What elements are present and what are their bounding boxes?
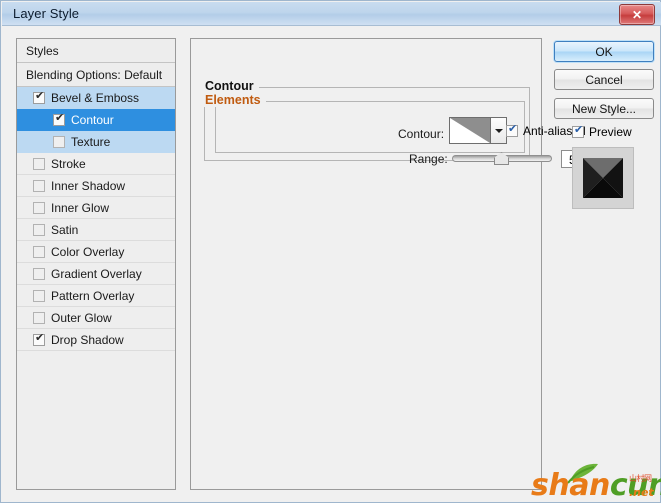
watermark-text: shancun (531, 471, 661, 501)
contour-group-title: Contour (200, 79, 259, 93)
style-list-item-label: Gradient Overlay (51, 267, 142, 281)
cancel-button-label: Cancel (585, 72, 623, 87)
antialiased-checkbox[interactable]: ✔ (506, 122, 518, 137)
style-list-item-label: Pattern Overlay (51, 289, 135, 303)
style-list-item[interactable]: ✔ Drop Shadow (17, 329, 175, 351)
style-list-item[interactable]: ✔ Bevel & Emboss (17, 87, 175, 109)
style-list-item-label: Inner Shadow (51, 179, 126, 193)
preview-label: Preview (589, 125, 632, 139)
style-list-item-label: Bevel & Emboss (51, 91, 140, 105)
styles-list: ✔ Bevel & Emboss ✔ Contour Texture Stroke Inne… (17, 87, 175, 351)
style-enable-checkbox[interactable] (33, 224, 45, 236)
watermark-domain: .net (629, 486, 654, 499)
style-list-item[interactable]: Stroke (17, 153, 175, 175)
styles-header-label: Styles (26, 44, 59, 58)
style-enable-checkbox[interactable] (53, 136, 65, 148)
style-list-item[interactable]: Color Overlay (17, 241, 175, 263)
style-list-item-label: Inner Glow (51, 201, 110, 215)
style-enable-checkbox[interactable]: ✔ (33, 331, 45, 346)
style-list-item-label: Satin (51, 223, 79, 237)
ok-button-label: OK (595, 44, 613, 59)
style-list-item[interactable]: Gradient Overlay (17, 263, 175, 285)
check-icon: ✔ (574, 123, 584, 136)
watermark-part1: shan (531, 468, 610, 503)
layer-style-dialog: Layer Style ✕ Styles Blending Options: D… (0, 0, 661, 503)
slider-thumb-shape (494, 152, 509, 165)
check-icon: ✔ (35, 331, 45, 344)
blending-options-label: Blending Options: Default (26, 68, 163, 82)
check-icon: ✔ (35, 89, 45, 102)
watermark: shancun 山村网 .net (528, 463, 661, 503)
styles-list-panel: Styles Blending Options: Default ✔ Bevel … (16, 38, 176, 490)
style-list-item[interactable]: Satin (17, 219, 175, 241)
contour-settings-panel: Contour Elements Contour: ✔ Anti-aliased… (190, 38, 634, 490)
close-button[interactable]: ✕ (619, 4, 655, 25)
style-list-item-label: Drop Shadow (51, 333, 124, 347)
style-list-item[interactable]: Outer Glow (17, 307, 175, 329)
bevel-preview-icon (573, 148, 633, 208)
style-enable-checkbox[interactable] (33, 180, 45, 192)
style-list-item-label: Texture (71, 135, 111, 149)
style-list-item-label: Color Overlay (51, 245, 125, 259)
contour-preset-swatch[interactable] (449, 117, 491, 144)
style-list-item[interactable]: ✔ Contour (17, 109, 175, 131)
style-enable-checkbox[interactable]: ✔ (53, 111, 65, 126)
preview-checkbox[interactable]: ✔ (572, 123, 584, 138)
contour-preset-dropdown-button[interactable] (490, 117, 507, 144)
styles-header-row[interactable]: Styles (17, 39, 175, 63)
new-style-button-label: New Style... (571, 101, 637, 116)
close-icon: ✕ (631, 7, 643, 22)
ok-button[interactable]: OK (554, 41, 654, 62)
watermark-part2: cun (609, 468, 661, 503)
cancel-button[interactable]: Cancel (554, 69, 654, 90)
style-list-item[interactable]: Inner Shadow (17, 175, 175, 197)
style-list-item-label: Stroke (51, 157, 86, 171)
style-enable-checkbox[interactable] (33, 202, 45, 214)
style-enable-checkbox[interactable] (33, 246, 45, 258)
elements-group-title: Elements (200, 93, 266, 107)
style-enable-checkbox[interactable] (33, 158, 45, 170)
contour-curve-swatch-icon (450, 118, 490, 143)
check-icon: ✔ (508, 122, 518, 135)
style-enable-checkbox[interactable] (33, 290, 45, 302)
style-list-item-label: Outer Glow (51, 311, 112, 325)
page-title: Layer Style (13, 6, 80, 21)
new-style-button[interactable]: New Style... (554, 98, 654, 119)
style-list-item[interactable]: Inner Glow (17, 197, 175, 219)
check-icon: ✔ (55, 111, 65, 124)
blending-options-row[interactable]: Blending Options: Default (17, 63, 175, 87)
style-enable-checkbox[interactable] (33, 268, 45, 280)
chevron-down-icon (495, 129, 503, 133)
leaf-icon (567, 463, 598, 484)
watermark-cn-text: 山村网 (629, 474, 652, 483)
style-list-item[interactable]: Texture (17, 131, 175, 153)
contour-field-label: Contour: (398, 127, 445, 141)
style-enable-checkbox[interactable]: ✔ (33, 89, 45, 104)
range-field-label: Range: (409, 152, 448, 166)
title-bar[interactable]: Layer Style ✕ (2, 2, 661, 26)
style-list-item[interactable]: Pattern Overlay (17, 285, 175, 307)
style-list-item-label: Contour (71, 113, 114, 127)
style-enable-checkbox[interactable] (33, 312, 45, 324)
range-slider-thumb[interactable] (494, 152, 509, 165)
bevel-preview-thumbnail (572, 147, 634, 209)
